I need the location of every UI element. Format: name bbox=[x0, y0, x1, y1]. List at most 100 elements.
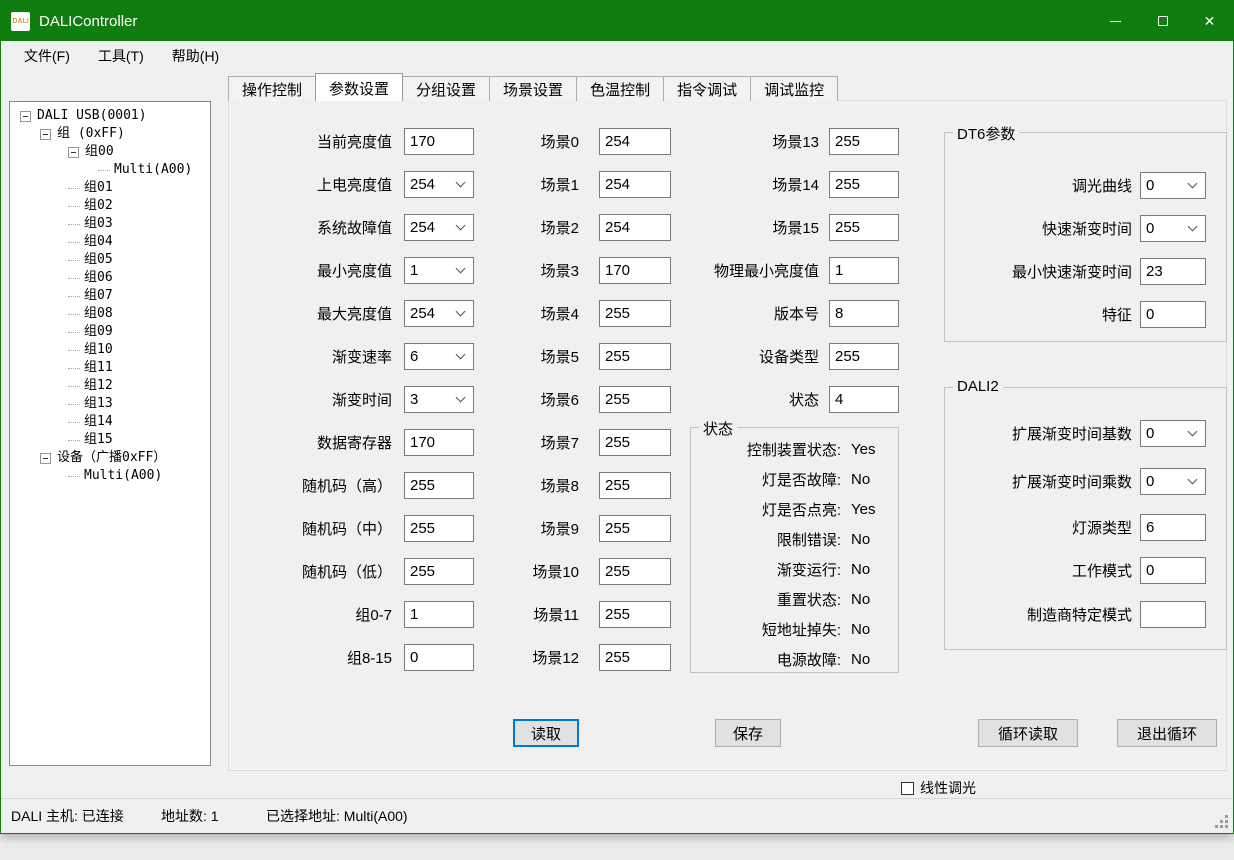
scene-12-input[interactable] bbox=[599, 644, 671, 671]
tree-item[interactable]: 组05 bbox=[10, 251, 210, 269]
loop-read-button[interactable]: 循环读取 bbox=[978, 719, 1078, 747]
chevron-down-icon bbox=[456, 264, 466, 274]
ext-fade-time-base-combo[interactable]: 0 bbox=[1140, 420, 1206, 447]
tree-item[interactable]: Multi(A00) bbox=[10, 467, 210, 485]
tree-item[interactable]: 组09 bbox=[10, 323, 210, 341]
status-row: 灯是否点亮:Yes bbox=[691, 498, 875, 520]
tab-分组设置[interactable]: 分组设置 bbox=[402, 76, 490, 101]
data-register-input[interactable] bbox=[404, 429, 474, 456]
tree-item[interactable]: 组04 bbox=[10, 233, 210, 251]
tree-item-label: 组02 bbox=[84, 197, 113, 215]
random-code-mid-input[interactable] bbox=[404, 515, 474, 542]
tab-操作控制[interactable]: 操作控制 bbox=[228, 76, 316, 101]
operating-mode-input[interactable] bbox=[1140, 557, 1206, 584]
tree-item[interactable]: 组11 bbox=[10, 359, 210, 377]
save-button[interactable]: 保存 bbox=[715, 719, 781, 747]
status-groupbox: 状态 控制装置状态:Yes灯是否故障:No灯是否点亮:Yes限制错误:No渐变运… bbox=[690, 427, 899, 673]
scene-11-input[interactable] bbox=[599, 601, 671, 628]
version-number-input[interactable] bbox=[829, 300, 899, 327]
data-register-label: 数据寄存器 bbox=[229, 432, 392, 453]
scene-9-input[interactable] bbox=[599, 515, 671, 542]
status-item-value: No bbox=[851, 621, 870, 638]
tree-item[interactable]: 组 (0xFF) bbox=[10, 125, 210, 143]
tab-指令调试[interactable]: 指令调试 bbox=[663, 76, 751, 101]
tree-item[interactable]: Multi(A00) bbox=[10, 161, 210, 179]
close-button[interactable]: ✕ bbox=[1186, 1, 1233, 41]
tree-item[interactable]: 组13 bbox=[10, 395, 210, 413]
tree-item-label: 组09 bbox=[84, 323, 113, 341]
tree-item[interactable]: 组08 bbox=[10, 305, 210, 323]
menu-item[interactable]: 帮助(H) bbox=[163, 42, 228, 70]
max-level-combo[interactable]: 254 bbox=[404, 300, 474, 327]
system-failure-level-combo[interactable]: 254 bbox=[404, 214, 474, 241]
tree-expand-icon[interactable] bbox=[68, 147, 79, 158]
scene-13-input[interactable] bbox=[829, 128, 899, 155]
resize-grip[interactable] bbox=[1215, 815, 1229, 829]
tree-item[interactable]: 设备（广播0xFF） bbox=[10, 449, 210, 467]
scene-10-input[interactable] bbox=[599, 558, 671, 585]
system-failure-level-value: 254 bbox=[405, 219, 457, 236]
tree-item[interactable]: DALI USB(0001) bbox=[10, 107, 210, 125]
fade-rate-combo[interactable]: 6 bbox=[404, 343, 474, 370]
tree-item[interactable]: 组07 bbox=[10, 287, 210, 305]
tree-leader bbox=[68, 242, 80, 243]
tree-item[interactable]: 组03 bbox=[10, 215, 210, 233]
tree-leader bbox=[68, 260, 80, 261]
fade-time-combo[interactable]: 3 bbox=[404, 386, 474, 413]
scene-15-input[interactable] bbox=[829, 214, 899, 241]
exit-loop-button[interactable]: 退出循环 bbox=[1117, 719, 1217, 747]
features-input[interactable] bbox=[1140, 301, 1206, 328]
ext-fade-time-multiplier-combo[interactable]: 0 bbox=[1140, 468, 1206, 495]
scene-14-input[interactable] bbox=[829, 171, 899, 198]
power-on-level-combo[interactable]: 254 bbox=[404, 171, 474, 198]
scene-8-input[interactable] bbox=[599, 472, 671, 499]
tree-item[interactable]: 组06 bbox=[10, 269, 210, 287]
field-row-scene-10: 场景10 bbox=[477, 557, 671, 585]
tab-色温控制[interactable]: 色温控制 bbox=[576, 76, 664, 101]
group-0-7-input[interactable] bbox=[404, 601, 474, 628]
current-level-input[interactable] bbox=[404, 128, 474, 155]
chevron-down-icon bbox=[1188, 427, 1198, 437]
title-bar[interactable]: DALI DALIController ✕ bbox=[1, 1, 1233, 41]
scene-7-input[interactable] bbox=[599, 429, 671, 456]
read-button[interactable]: 读取 bbox=[513, 719, 579, 747]
status-row: 重置状态:No bbox=[691, 588, 870, 610]
random-code-high-input[interactable] bbox=[404, 472, 474, 499]
dt6-group-title: DT6参数 bbox=[953, 123, 1019, 144]
chevron-down-icon bbox=[456, 178, 466, 188]
linear-dimming-checkbox-row[interactable]: 线性调光 bbox=[901, 778, 976, 798]
tab-参数设置[interactable]: 参数设置 bbox=[315, 73, 403, 101]
tree-expand-icon[interactable] bbox=[40, 453, 51, 464]
tree-item[interactable]: 组14 bbox=[10, 413, 210, 431]
tree-leader bbox=[68, 188, 80, 189]
random-code-low-input[interactable] bbox=[404, 558, 474, 585]
menu-item[interactable]: 文件(F) bbox=[15, 42, 79, 70]
linear-dimming-checkbox[interactable] bbox=[901, 782, 914, 795]
physical-min-level-input[interactable] bbox=[829, 257, 899, 284]
device-type-input[interactable] bbox=[829, 343, 899, 370]
menu-item[interactable]: 工具(T) bbox=[89, 42, 153, 70]
tree-item[interactable]: 组15 bbox=[10, 431, 210, 449]
tab-调试监控[interactable]: 调试监控 bbox=[750, 76, 838, 101]
status-item-value: No bbox=[851, 591, 870, 608]
tree-item[interactable]: 组12 bbox=[10, 377, 210, 395]
group-8-15-input[interactable] bbox=[404, 644, 474, 671]
tree-item[interactable]: 组02 bbox=[10, 197, 210, 215]
manufacturer-mode-input[interactable] bbox=[1140, 601, 1206, 628]
maximize-button[interactable] bbox=[1139, 1, 1186, 41]
min-fast-fade-time-input[interactable] bbox=[1140, 258, 1206, 285]
tree-item[interactable]: 组00 bbox=[10, 143, 210, 161]
tab-场景设置[interactable]: 场景设置 bbox=[489, 76, 577, 101]
dimming-curve-combo[interactable]: 0 bbox=[1140, 172, 1206, 199]
tree-item[interactable]: 组01 bbox=[10, 179, 210, 197]
min-level-combo[interactable]: 1 bbox=[404, 257, 474, 284]
tree-item[interactable]: 组10 bbox=[10, 341, 210, 359]
max-level-value: 254 bbox=[405, 305, 457, 322]
tree-expand-icon[interactable] bbox=[40, 129, 51, 140]
fast-fade-time-combo[interactable]: 0 bbox=[1140, 215, 1206, 242]
scene-14-label: 场景14 bbox=[609, 174, 819, 195]
minimize-button[interactable] bbox=[1092, 1, 1139, 41]
tree-expand-icon[interactable] bbox=[20, 111, 31, 122]
status-value-input[interactable] bbox=[829, 386, 899, 413]
light-source-type-input[interactable] bbox=[1140, 514, 1206, 541]
